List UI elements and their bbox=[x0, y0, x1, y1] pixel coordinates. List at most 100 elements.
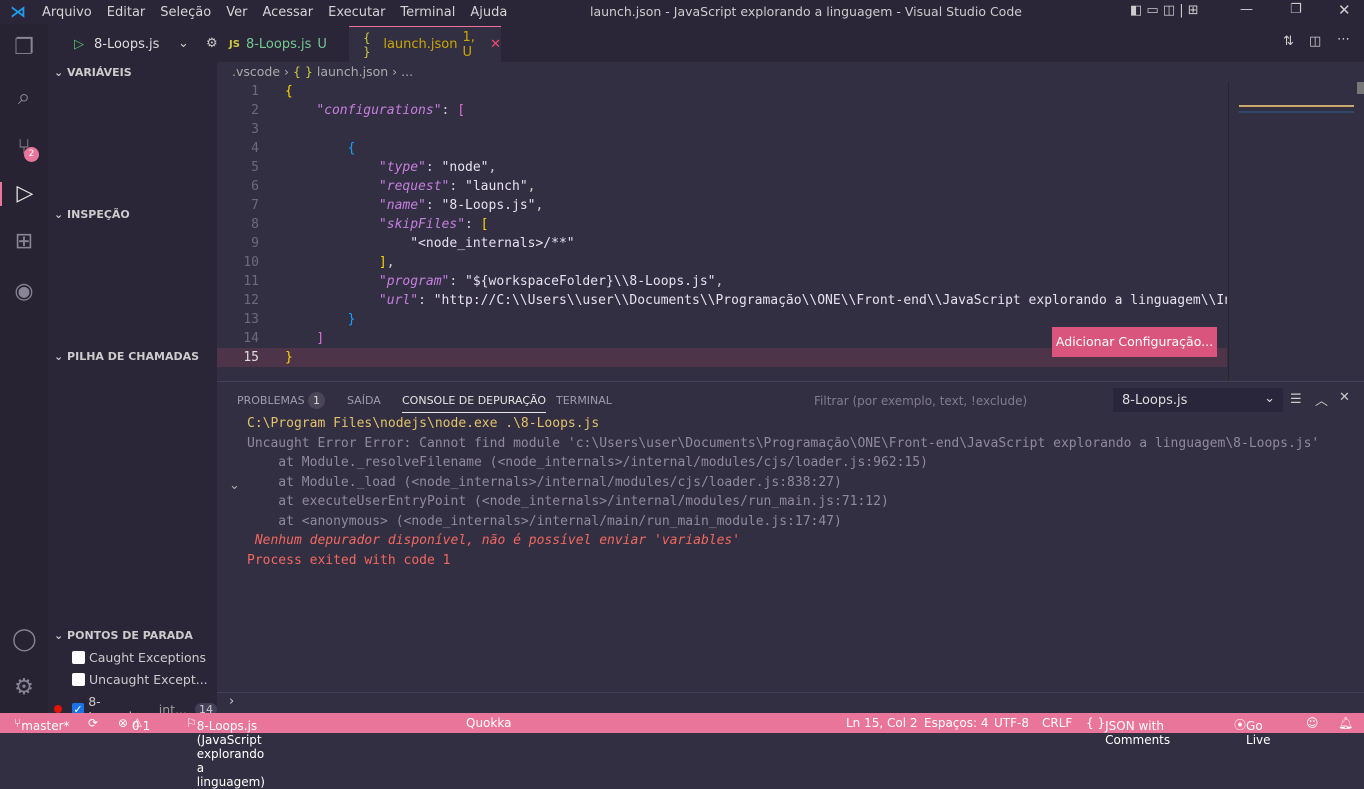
breadcrumb-folder[interactable]: .vscode bbox=[232, 64, 280, 79]
restore-button[interactable]: ❐ bbox=[1290, 2, 1302, 17]
close-tab-icon[interactable]: ✕ bbox=[490, 37, 501, 52]
code-line: 9 "<node_internals>/**" bbox=[217, 234, 1227, 253]
code-line: 7 "name": "8-Loops.js", bbox=[217, 196, 1227, 215]
problems-status[interactable]: ⊗ 0 ⚠ 1 bbox=[118, 716, 150, 733]
notifications-bell-icon[interactable]: 🔔︎ bbox=[1338, 716, 1353, 730]
console-line: Nenhum depurador disponível, não é possí… bbox=[247, 533, 741, 548]
tab-debug-console[interactable]: CONSOLE DE DEPURAÇÃO bbox=[402, 394, 547, 413]
extensions-icon[interactable]: ⊞ bbox=[12, 230, 36, 254]
code-token: , bbox=[527, 179, 536, 194]
code-line: 5 "type": "node", bbox=[217, 158, 1227, 177]
github-icon[interactable]: ◉ bbox=[12, 280, 36, 304]
tab-status: U bbox=[317, 36, 327, 52]
code-token: "request" bbox=[378, 179, 450, 194]
more-actions-icon[interactable]: ⋯ bbox=[1337, 32, 1350, 47]
menu-item[interactable]: Seleção bbox=[160, 5, 211, 20]
minimize-button[interactable]: — bbox=[1240, 2, 1253, 17]
breakpoint-label: Caught Exceptions bbox=[89, 650, 207, 665]
line-number: 1 bbox=[251, 84, 259, 99]
encoding[interactable]: UTF-8 bbox=[994, 716, 1029, 730]
language-label: JSON with Comments bbox=[1105, 719, 1171, 747]
tab-terminal[interactable]: TERMINAL bbox=[556, 394, 612, 407]
split-editor-icon[interactable]: ◫ bbox=[1309, 34, 1321, 49]
maximize-panel-icon[interactable]: ︿ bbox=[1315, 390, 1328, 409]
menu-item[interactable]: Ver bbox=[226, 5, 247, 20]
console-input-prompt[interactable]: › bbox=[229, 694, 234, 709]
start-debug-icon[interactable]: ▷ bbox=[74, 37, 84, 52]
menu-item[interactable]: Arquivo bbox=[42, 5, 92, 20]
scrollbar-thumb[interactable] bbox=[1357, 82, 1364, 94]
clear-console-icon[interactable]: ☰ bbox=[1290, 392, 1302, 407]
close-window-button[interactable]: ✕ bbox=[1338, 1, 1351, 19]
vscode-logo-icon: ⋊ bbox=[10, 2, 26, 21]
code-token: } bbox=[285, 350, 293, 365]
account-icon[interactable]: ◯ bbox=[12, 628, 37, 652]
code-line: 4 { bbox=[217, 139, 1227, 158]
code-token: "8-Loops.js" bbox=[441, 198, 536, 213]
section-breakpoints[interactable]: ⌄ PONTOS DE PARADA bbox=[54, 629, 193, 642]
breakpoint-uncaught-exceptions[interactable]: Uncaught Except... bbox=[72, 672, 208, 687]
section-variables[interactable]: ⌄ VARIÁVEIS bbox=[54, 66, 132, 79]
cursor-position[interactable]: Ln 15, Col 2 bbox=[846, 716, 918, 730]
code-token: : bbox=[425, 198, 442, 213]
explorer-icon[interactable]: ❐ bbox=[12, 36, 36, 60]
checkbox[interactable] bbox=[72, 673, 85, 686]
settings-gear-icon[interactable]: ⚙ bbox=[12, 676, 36, 700]
code-token: "name" bbox=[378, 198, 426, 213]
code-token: "launch" bbox=[465, 179, 528, 194]
section-watch[interactable]: ⌄ INSPEÇÃO bbox=[54, 208, 130, 221]
language-mode[interactable]: { } JSON with Comments bbox=[1086, 716, 1170, 747]
console-line: at <anonymous> (<node_internals>/interna… bbox=[247, 513, 842, 529]
debug-settings-gear-icon[interactable]: ⚙ bbox=[206, 36, 218, 51]
search-icon[interactable]: ⌕ bbox=[12, 86, 36, 110]
debug-config-select[interactable]: 8-Loops.js bbox=[94, 37, 159, 52]
breadcrumb-more[interactable]: ... bbox=[401, 64, 413, 79]
menu-item[interactable]: Editar bbox=[107, 5, 146, 20]
chevron-down-icon: ⌄ bbox=[1264, 391, 1275, 406]
feedback-icon[interactable]: ☺ bbox=[1306, 716, 1319, 730]
code-line: 10 ], bbox=[217, 253, 1227, 272]
debug-session-select[interactable]: 8-Loops.js ⌄ bbox=[1113, 388, 1283, 412]
indentation[interactable]: Espaços: 4 bbox=[924, 716, 989, 730]
menu-item[interactable]: Terminal bbox=[400, 5, 455, 20]
line-number: 5 bbox=[251, 160, 259, 175]
tab-launch-json[interactable]: { } launch.json 1, U ✕ bbox=[349, 26, 501, 62]
tab-label: 8-Loops.js bbox=[245, 36, 312, 52]
checkbox[interactable] bbox=[72, 651, 85, 664]
console-line: C:\Program Files\nodejs\node.exe .\8-Loo… bbox=[247, 416, 600, 431]
tab-output[interactable]: SAÍDA bbox=[347, 394, 381, 407]
menu-item[interactable]: Ajuda bbox=[470, 5, 507, 20]
add-configuration-button[interactable]: Adicionar Configuração... bbox=[1052, 327, 1217, 357]
menu-item[interactable]: Executar bbox=[328, 5, 385, 20]
layout-toggle-icons[interactable]: ◧ ▭ ◫ | ⊞ bbox=[1130, 3, 1199, 18]
code-line: 3 bbox=[217, 120, 1227, 139]
code-token: : bbox=[449, 274, 466, 289]
minimap[interactable] bbox=[1228, 82, 1364, 380]
go-live-button[interactable]: ⦿ Go Live bbox=[1234, 716, 1271, 747]
js-file-icon: JS bbox=[229, 38, 240, 50]
compare-changes-icon[interactable]: ⇅ bbox=[1283, 34, 1294, 49]
breakpoint-caught-exceptions[interactable]: Caught Exceptions bbox=[72, 650, 206, 665]
branch-status[interactable]: ⑂ master* bbox=[14, 716, 70, 733]
debug-target-status[interactable]: ⚐ 8-Loops.js (JavaScript explorando a li… bbox=[186, 716, 265, 789]
quokka-status[interactable]: Quokka bbox=[466, 716, 511, 730]
sync-icon[interactable]: ⟳ bbox=[88, 716, 98, 730]
breadcrumb-file[interactable]: launch.json bbox=[317, 64, 388, 79]
chevron-down-icon[interactable]: ⌄ bbox=[178, 36, 189, 51]
run-debug-icon[interactable]: ▷ bbox=[0, 182, 48, 206]
close-panel-icon[interactable]: ✕ bbox=[1339, 390, 1350, 405]
tab-problems[interactable]: PROBLEMAS bbox=[237, 394, 305, 407]
filter-input[interactable]: Filtrar (por exemplo, text, !exclude) bbox=[814, 394, 1027, 408]
code-line: 12 "url": "http://C:\\Users\\user\\Docum… bbox=[217, 291, 1227, 310]
menu-item[interactable]: Acessar bbox=[262, 5, 313, 20]
code-text: { bbox=[285, 139, 356, 158]
menu-bar: Arquivo Editar Seleção Ver Acessar Executar Te… bbox=[42, 5, 522, 20]
tab-8-loops[interactable]: JS 8-Loops.js U bbox=[229, 26, 349, 62]
section-call-stack[interactable]: ⌄ PILHA DE CHAMADAS bbox=[54, 350, 199, 363]
line-ending[interactable]: CRLF bbox=[1042, 716, 1072, 730]
collapse-chevron-icon[interactable]: ⌄ bbox=[229, 478, 240, 493]
code-token: [ bbox=[457, 103, 466, 118]
